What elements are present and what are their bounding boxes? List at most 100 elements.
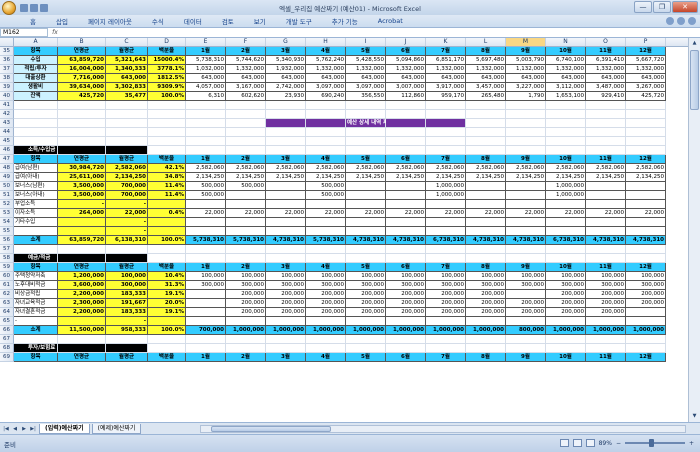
- cell[interactable]: 2,134,250: [386, 173, 426, 182]
- cell[interactable]: [148, 227, 186, 236]
- cell[interactable]: 6월: [386, 155, 426, 164]
- row-header[interactable]: 39: [0, 83, 14, 92]
- cell[interactable]: 1,000,000: [306, 326, 346, 335]
- cell[interactable]: 생활비: [14, 83, 58, 92]
- cell[interactable]: [586, 335, 626, 344]
- cell[interactable]: 23,930: [266, 92, 306, 101]
- cell[interactable]: 200,000: [586, 308, 626, 317]
- row-header[interactable]: 65: [0, 317, 14, 326]
- cell[interactable]: 22,000: [306, 209, 346, 218]
- cell[interactable]: 2,134,250: [506, 173, 546, 182]
- cell[interactable]: 6월: [386, 353, 426, 362]
- select-all-corner[interactable]: [0, 38, 14, 46]
- cell[interactable]: [226, 101, 266, 110]
- cell[interactable]: 929,410: [586, 92, 626, 101]
- cell[interactable]: 3월: [266, 155, 306, 164]
- cell[interactable]: 12월: [626, 353, 666, 362]
- cell[interactable]: 백분율: [148, 353, 186, 362]
- cell[interactable]: 200,000: [226, 299, 266, 308]
- cell[interactable]: [386, 101, 426, 110]
- cell[interactable]: 100,000: [346, 272, 386, 281]
- cell[interactable]: 자녀교육적금: [14, 299, 58, 308]
- column-header-h[interactable]: H: [306, 38, 346, 46]
- column-header-d[interactable]: D: [148, 38, 186, 46]
- cell[interactable]: 5,340,930: [266, 56, 306, 65]
- cell[interactable]: 7월: [426, 263, 466, 272]
- cell[interactable]: [626, 191, 666, 200]
- cell[interactable]: 소계: [14, 236, 58, 245]
- cell[interactable]: 700,000: [106, 191, 148, 200]
- cell[interactable]: 1,000,000: [586, 326, 626, 335]
- cell[interactable]: 3778.1%: [148, 65, 186, 74]
- row-header[interactable]: 36: [0, 56, 14, 65]
- cell[interactable]: [546, 245, 586, 254]
- cell[interactable]: [306, 200, 346, 209]
- cell[interactable]: 대출상환: [14, 74, 58, 83]
- cell[interactable]: 22,000: [226, 209, 266, 218]
- cell[interactable]: 643,000: [506, 74, 546, 83]
- cell[interactable]: 1,332,000: [546, 65, 586, 74]
- cell[interactable]: 5,094,860: [386, 56, 426, 65]
- cell[interactable]: [546, 110, 586, 119]
- cell[interactable]: [148, 137, 186, 146]
- cell[interactable]: [306, 344, 346, 353]
- cell[interactable]: 200,000: [466, 290, 506, 299]
- cell[interactable]: [148, 245, 186, 254]
- cell[interactable]: [346, 344, 386, 353]
- cell[interactable]: [58, 218, 106, 227]
- cell[interactable]: 4,738,310: [266, 236, 306, 245]
- cell[interactable]: [546, 227, 586, 236]
- cell[interactable]: 100,000: [546, 272, 586, 281]
- cell[interactable]: [386, 119, 426, 128]
- cell[interactable]: [506, 245, 546, 254]
- cell[interactable]: 100,000: [226, 272, 266, 281]
- cell[interactable]: [306, 218, 346, 227]
- cell[interactable]: 1,332,000: [426, 65, 466, 74]
- cell[interactable]: [586, 254, 626, 263]
- cell[interactable]: 2,134,250: [226, 173, 266, 182]
- cell[interactable]: [466, 200, 506, 209]
- row-header[interactable]: 67: [0, 335, 14, 344]
- cell[interactable]: [466, 317, 506, 326]
- cell[interactable]: [306, 137, 346, 146]
- cell[interactable]: [466, 344, 506, 353]
- column-header-f[interactable]: F: [226, 38, 266, 46]
- cell[interactable]: -: [106, 200, 148, 209]
- cell[interactable]: 643,000: [266, 74, 306, 83]
- cell[interactable]: 5,428,550: [346, 56, 386, 65]
- cell[interactable]: 비상금적립: [14, 290, 58, 299]
- cell[interactable]: [14, 101, 58, 110]
- cell[interactable]: 2,134,250: [346, 173, 386, 182]
- row-header[interactable]: 53: [0, 209, 14, 218]
- cell[interactable]: [426, 146, 466, 155]
- cell[interactable]: 6,138,310: [106, 236, 148, 245]
- column-header-e[interactable]: E: [186, 38, 226, 46]
- cell[interactable]: 6,391,410: [586, 56, 626, 65]
- cell[interactable]: 2,582,060: [426, 164, 466, 173]
- cell[interactable]: [306, 245, 346, 254]
- cell[interactable]: [106, 146, 148, 155]
- cell[interactable]: [106, 254, 148, 263]
- cell[interactable]: 22,000: [586, 209, 626, 218]
- next-sheet-icon[interactable]: ▶: [20, 425, 28, 433]
- cell[interactable]: 2,582,060: [106, 164, 148, 173]
- cell[interactable]: [386, 182, 426, 191]
- cell[interactable]: 39,634,000: [58, 83, 106, 92]
- cell[interactable]: -: [106, 218, 148, 227]
- cell[interactable]: 42.1%: [148, 164, 186, 173]
- cell[interactable]: 11월: [586, 47, 626, 56]
- cell[interactable]: [266, 182, 306, 191]
- cell[interactable]: 2,582,060: [306, 164, 346, 173]
- cell[interactable]: [466, 191, 506, 200]
- cell[interactable]: 3,487,000: [586, 83, 626, 92]
- cell[interactable]: [426, 110, 466, 119]
- cell[interactable]: [58, 344, 106, 353]
- cell[interactable]: 9월: [506, 155, 546, 164]
- cell[interactable]: 500,000: [186, 182, 226, 191]
- cell[interactable]: [426, 254, 466, 263]
- cell[interactable]: 700,000: [106, 182, 148, 191]
- cell[interactable]: 643,000: [306, 74, 346, 83]
- row-header[interactable]: 51: [0, 191, 14, 200]
- cell[interactable]: [266, 227, 306, 236]
- cell[interactable]: [186, 290, 226, 299]
